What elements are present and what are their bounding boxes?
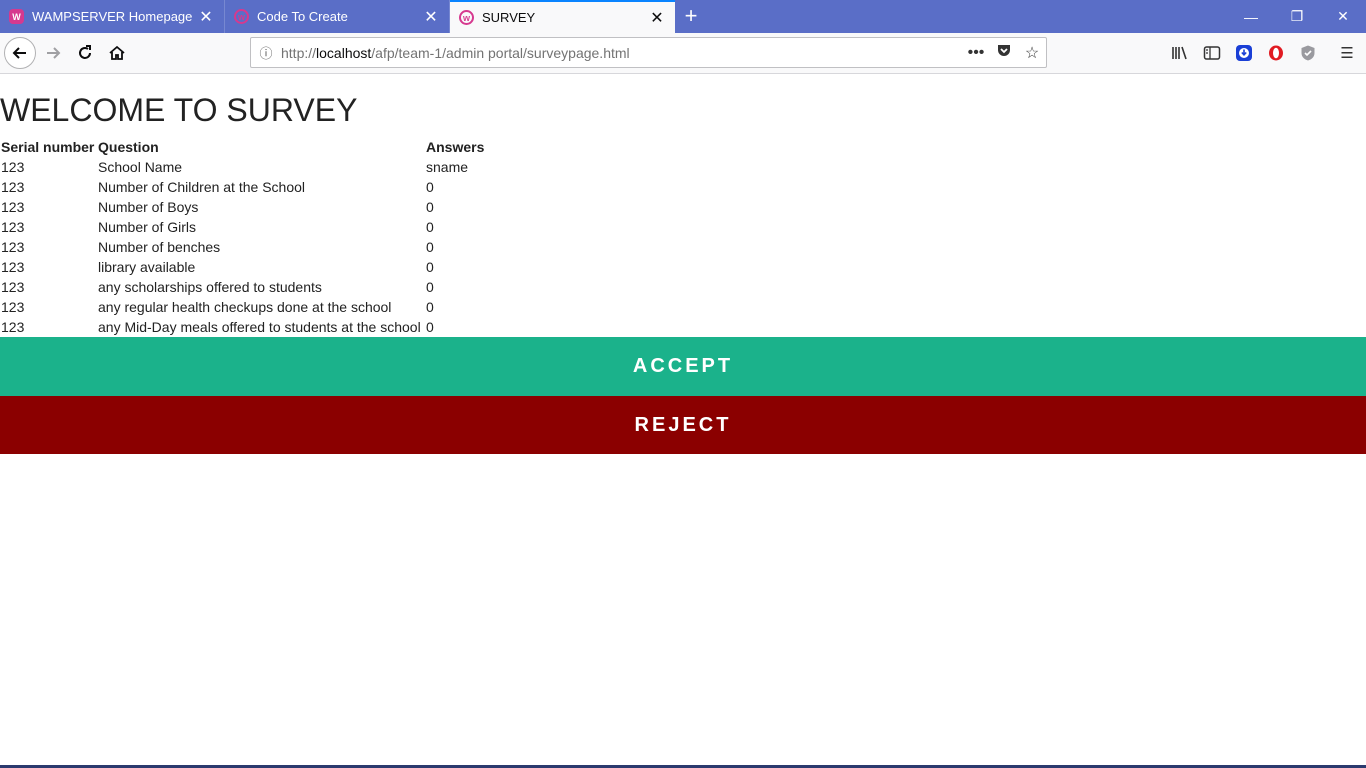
page-title: WELCOME TO SURVEY	[0, 92, 358, 128]
table-row: 123 any Mid-Day meals offered to student…	[0, 317, 545, 337]
header-serial-number: Serial number	[1, 139, 95, 155]
forward-arrow-icon	[47, 47, 61, 59]
tab-strip: W WAMPSERVER Homepage ✕ w Code To Create…	[0, 0, 1366, 33]
close-tab-icon[interactable]: ✕	[419, 7, 443, 27]
answer-cell: 0	[426, 279, 434, 295]
serial-cell: 123	[1, 299, 25, 315]
tab-survey[interactable]: w SURVEY ✕	[450, 0, 675, 33]
table-row: 123 any regular health checkups done at …	[0, 297, 545, 317]
question-cell: Number of Boys	[98, 199, 199, 215]
menu-icon[interactable]: ☰	[1335, 42, 1359, 64]
reload-icon	[79, 45, 91, 59]
back-arrow-icon	[12, 47, 26, 59]
shield-shape	[1301, 45, 1315, 61]
serial-cell: 123	[1, 179, 25, 195]
serial-cell: 123	[1, 319, 25, 335]
survey-table: Serial number Question Answers 123 Schoo…	[0, 137, 545, 337]
table-row: 123 any scholarships offered to students…	[0, 277, 545, 297]
pocket-icon[interactable]	[990, 42, 1018, 63]
sidebar-shape	[1203, 46, 1221, 60]
answer-cell: sname	[426, 159, 469, 175]
close-tab-icon[interactable]: ✕	[645, 8, 669, 28]
minimize-button[interactable]: —	[1228, 0, 1274, 33]
header-question: Question	[98, 139, 159, 155]
question-cell: Number of Children at the School	[98, 179, 305, 195]
answer-cell: 0	[426, 219, 434, 235]
url-text[interactable]: http://localhost/afp/team-1/admin portal…	[281, 45, 962, 61]
question-cell: any Mid-Day meals offered to students at…	[98, 319, 421, 335]
table-row: 123 Number of Children at the School 0	[0, 177, 545, 197]
page-content: WELCOME TO SURVEY Serial number Question…	[0, 74, 1366, 768]
answer-cell: 0	[426, 319, 434, 335]
table-header-row: Serial number Question Answers	[0, 137, 545, 157]
bookmark-star-icon[interactable]: ☆	[1018, 43, 1046, 63]
new-tab-button[interactable]: +	[677, 4, 705, 30]
wamp-icon: W	[9, 9, 24, 24]
tab-wampserver-homepage[interactable]: W WAMPSERVER Homepage ✕	[0, 0, 225, 33]
question-cell: Number of benches	[98, 239, 221, 255]
answer-cell: 0	[426, 179, 434, 195]
serial-cell: 123	[1, 159, 25, 175]
table-row: 123 Number of Boys 0	[0, 197, 545, 217]
nav-toolbar: ⓘ http://localhost/afp/team-1/admin port…	[0, 33, 1366, 74]
sidebar-icon[interactable]	[1200, 42, 1224, 64]
page-actions-icon[interactable]: •••	[962, 44, 990, 62]
library-shape	[1172, 46, 1187, 60]
answer-cell: 0	[426, 199, 434, 215]
serial-cell: 123	[1, 239, 25, 255]
pocket-shape	[998, 45, 1010, 56]
close-tab-icon[interactable]: ✕	[194, 7, 218, 27]
tab-title: Code To Create	[257, 9, 348, 24]
url-bar[interactable]: ⓘ http://localhost/afp/team-1/admin port…	[250, 37, 1047, 68]
serial-cell: 123	[1, 259, 25, 275]
answer-cell: 0	[426, 299, 434, 315]
url-host: localhost	[316, 44, 372, 61]
url-scheme: http://	[281, 44, 317, 61]
serial-cell: 123	[1, 219, 25, 235]
question-cell: library available	[98, 259, 196, 275]
answer-cell: 0	[426, 259, 434, 275]
tab-code-to-create[interactable]: w Code To Create ✕	[225, 0, 450, 33]
home-icon	[109, 45, 125, 60]
question-cell: any scholarships offered to students	[98, 279, 322, 295]
download-shape	[1236, 45, 1252, 61]
site-info-icon[interactable]: ⓘ	[251, 43, 281, 62]
url-path: /afp/team-1/admin portal/surveypage.html	[371, 44, 630, 61]
serial-cell: 123	[1, 199, 25, 215]
download-extension-icon[interactable]	[1232, 42, 1256, 64]
table-row: 123 School Name sname	[0, 157, 545, 177]
question-cell: Number of Girls	[98, 219, 197, 235]
forward-button[interactable]	[37, 37, 69, 69]
header-answers: Answers	[426, 139, 485, 155]
reload-button[interactable]	[69, 37, 101, 69]
restore-button[interactable]: ❐	[1274, 0, 1320, 33]
question-cell: School Name	[98, 159, 183, 175]
wamp-icon: w	[459, 10, 474, 25]
reject-button[interactable]: REJECT	[0, 396, 1366, 454]
answer-cell: 0	[426, 239, 434, 255]
shield-icon[interactable]	[1296, 42, 1320, 64]
wamp-icon: w	[234, 9, 249, 24]
table-row: 123 Number of benches 0	[0, 237, 545, 257]
table-row: 123 library available 0	[0, 257, 545, 277]
table-row: 123 Number of Girls 0	[0, 217, 545, 237]
home-button[interactable]	[101, 37, 133, 69]
serial-cell: 123	[1, 279, 25, 295]
back-button[interactable]	[4, 37, 36, 69]
library-icon[interactable]	[1168, 42, 1192, 64]
tab-title: SURVEY	[482, 10, 536, 25]
window-close-button[interactable]: ✕	[1320, 0, 1366, 33]
question-cell: any regular health checkups done at the …	[98, 299, 392, 315]
opera-icon[interactable]	[1264, 42, 1288, 64]
opera-shape	[1269, 45, 1283, 61]
tab-title: WAMPSERVER Homepage	[32, 9, 193, 24]
accept-button[interactable]: ACCEPT	[0, 337, 1366, 396]
